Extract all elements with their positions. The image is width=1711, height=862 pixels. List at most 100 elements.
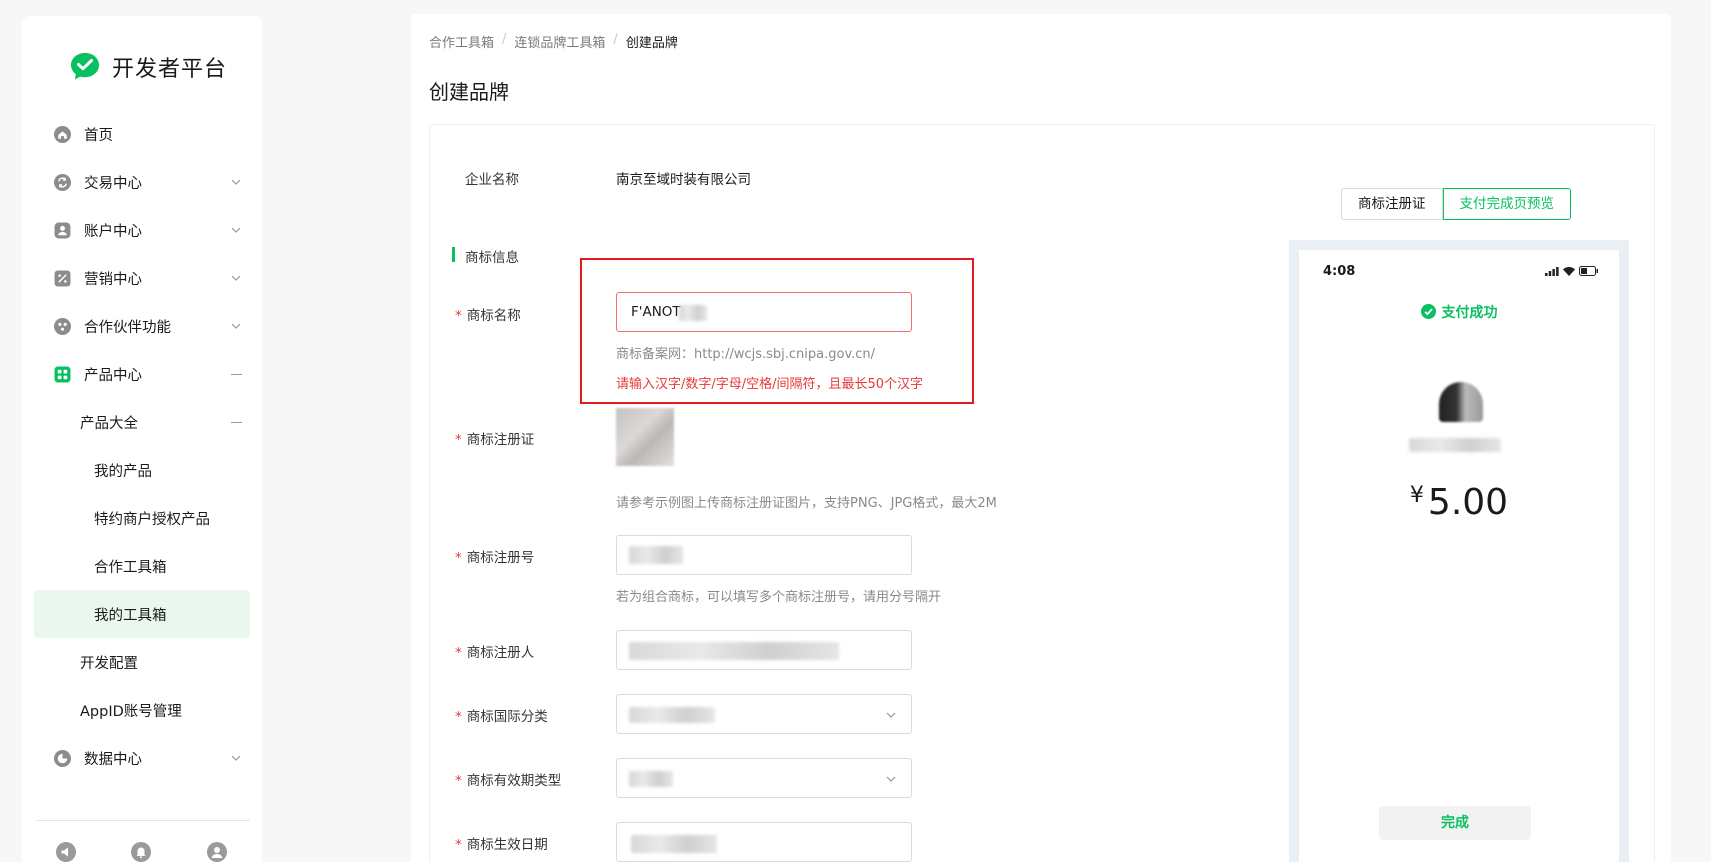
tab-trademark-cert[interactable]: 商标注册证 [1341, 188, 1443, 220]
sidebar-item-my-products[interactable]: 我的产品 [22, 446, 262, 494]
notification-bell-icon[interactable] [131, 842, 151, 862]
effective-date-label-text: 商标生效日期 [466, 837, 548, 853]
intl-class-select[interactable] [616, 694, 912, 734]
section-accent-bar [452, 247, 455, 262]
battery-icon [1579, 266, 1598, 276]
currency-symbol: ¥ [1409, 483, 1424, 508]
validity-type-label-text: 商标有效期类型 [466, 773, 562, 789]
announcement-icon[interactable] [56, 842, 76, 862]
sidebar-item-label: 合作工具箱 [94, 559, 167, 576]
sidebar-item-label: 账户中心 [84, 223, 142, 240]
trademark-name-label-text: 商标名称 [466, 308, 521, 324]
registrant-input[interactable] [616, 630, 912, 670]
sidebar-item-label: 产品中心 [84, 367, 142, 384]
registrant-label: * 商标注册人 [455, 641, 534, 661]
user-profile-icon[interactable] [207, 842, 227, 862]
required-mark: * [455, 645, 462, 661]
effective-date-label: * 商标生效日期 [455, 833, 548, 853]
cert-image-thumbnail[interactable] [616, 408, 674, 466]
redacted-text [629, 771, 673, 787]
breadcrumb-item-coop-toolbox[interactable]: 合作工具箱 [429, 32, 494, 51]
sidebar-item-label: 我的产品 [94, 463, 152, 480]
chevron-down-icon [231, 755, 241, 761]
reg-no-label: * 商标注册号 [455, 546, 534, 566]
page-title: 创建品牌 [429, 80, 509, 104]
sidebar-item-label: 合作伙伴功能 [84, 319, 171, 336]
company-name-label: 企业名称 [465, 172, 519, 188]
required-mark: * [455, 773, 462, 789]
intl-class-label: * 商标国际分类 [455, 705, 548, 725]
sidebar-item-label: 数据中心 [84, 751, 142, 768]
sidebar-item-label: 我的工具箱 [94, 607, 167, 624]
payment-amount: ¥5.00 [1299, 482, 1619, 523]
validity-type-select[interactable] [616, 758, 912, 798]
redacted-text [629, 546, 683, 564]
tab-payment-preview[interactable]: 支付完成页预览 [1442, 188, 1571, 220]
signal-icon [1545, 266, 1559, 276]
chevron-down-icon [231, 323, 241, 329]
wifi-icon [1563, 266, 1575, 276]
sidebar-item-label: 特约商户授权产品 [94, 511, 210, 528]
payment-success-title: 支付成功 [1299, 302, 1619, 322]
sidebar-item-label: 营销中心 [84, 271, 142, 288]
wechat-pay-logo-icon [71, 53, 99, 80]
chevron-down-icon [886, 776, 896, 782]
sidebar-item-all-products[interactable]: 产品大全 [22, 398, 262, 446]
sidebar-item-dev-config[interactable]: 开发配置 [22, 638, 262, 686]
company-name-value: 南京至域时装有限公司 [616, 172, 751, 188]
sidebar-item-coop-toolbox[interactable]: 合作工具箱 [22, 542, 262, 590]
sidebar-item-special-merchant[interactable]: 特约商户授权产品 [22, 494, 262, 542]
breadcrumb-item-chain-brand-toolbox[interactable]: 连锁品牌工具箱 [514, 32, 605, 51]
redacted-text [631, 835, 717, 853]
chevron-down-icon [231, 179, 241, 185]
registrant-label-text: 商标注册人 [466, 645, 535, 661]
home-icon [54, 126, 71, 143]
sidebar-item-account[interactable]: 账户中心 [22, 206, 262, 254]
collapse-icon [231, 422, 242, 423]
status-bar-time: 4:08 [1323, 264, 1356, 279]
preview-tabs: 商标注册证 支付完成页预览 [1341, 188, 1571, 220]
effective-date-input[interactable] [616, 822, 912, 862]
breadcrumb: 合作工具箱 / 连锁品牌工具箱 / 创建品牌 [429, 32, 678, 51]
sidebar-item-trade[interactable]: 交易中心 [22, 158, 262, 206]
cert-upload-hint: 请参考示例图上传商标注册证图片，支持PNG、JPG格式，最大2M [616, 496, 997, 511]
highlight-box [580, 258, 974, 404]
merchant-avatar [1439, 382, 1483, 422]
account-icon [54, 222, 71, 239]
redacted-text [629, 642, 839, 660]
status-bar-icons [1545, 266, 1599, 276]
trademark-name-label: * 商标名称 [455, 304, 521, 324]
done-button[interactable]: 完成 [1379, 806, 1531, 840]
required-mark: * [455, 837, 462, 853]
chart-icon [54, 750, 71, 767]
sidebar-item-product-center[interactable]: 产品中心 [22, 350, 262, 398]
sidebar-item-label: 产品大全 [80, 415, 138, 432]
sidebar-item-home[interactable]: 首页 [22, 110, 262, 158]
partner-icon [54, 318, 71, 335]
sidebar-item-label: 首页 [84, 127, 113, 144]
required-mark: * [455, 432, 462, 448]
chevron-down-icon [886, 712, 896, 718]
chevron-down-icon [231, 275, 241, 281]
grid-icon [54, 366, 71, 383]
sidebar-divider [36, 820, 250, 821]
required-mark: * [455, 308, 462, 324]
reg-no-input[interactable] [616, 535, 912, 575]
sidebar-item-my-toolbox[interactable]: 我的工具箱 [34, 590, 250, 638]
sidebar-nav: 首页 交易中心 账户中心 营销中心 合作伙伴功能 产品中心 产品大全 我的产品 … [22, 110, 262, 782]
validity-type-label: * 商标有效期类型 [455, 769, 561, 789]
sidebar-item-data-center[interactable]: 数据中心 [22, 734, 262, 782]
sidebar-item-appid[interactable]: AppID账号管理 [22, 686, 262, 734]
sidebar-item-marketing[interactable]: 营销中心 [22, 254, 262, 302]
exchange-icon [54, 174, 71, 191]
reg-no-label-text: 商标注册号 [466, 550, 535, 566]
collapse-icon [231, 374, 242, 375]
merchant-name-redacted [1409, 438, 1501, 452]
sidebar-item-label: 交易中心 [84, 175, 142, 192]
logo[interactable]: 开发者平台 [68, 50, 227, 84]
payment-success-text: 支付成功 [1441, 305, 1498, 321]
coupon-icon [54, 270, 71, 287]
sidebar-item-partner[interactable]: 合作伙伴功能 [22, 302, 262, 350]
breadcrumb-current: 创建品牌 [625, 36, 678, 51]
reg-no-hint: 若为组合商标，可以填写多个商标注册号，请用分号隔开 [616, 590, 942, 605]
